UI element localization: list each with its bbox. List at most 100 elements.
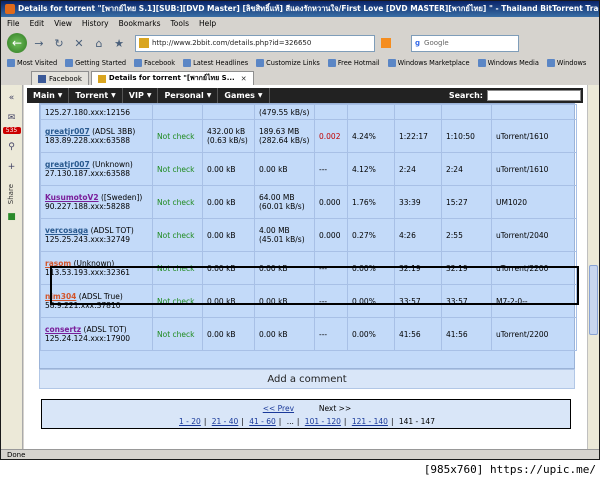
url-bar[interactable]: http://www.2bbit.com/details.php?id=3266… [135, 34, 375, 52]
peer-uploaded-cell: 432.00 kB (0.63 kB/s) [202, 119, 255, 153]
menu-edit[interactable]: Edit [30, 19, 45, 28]
page-link[interactable]: 101 - 120 [305, 417, 341, 426]
peer-client: uTorrent/1610 [491, 119, 577, 153]
bookmark-getting-started[interactable]: Getting Started [65, 58, 126, 67]
stop-icon[interactable]: ✕ [72, 35, 86, 51]
peer-connectable: Not check [152, 251, 203, 285]
menu-personal[interactable]: Personal ▼ [158, 88, 219, 103]
bookmark-latest-headlines[interactable]: Latest Headlines [183, 58, 248, 67]
menu-file[interactable]: File [7, 19, 20, 28]
peer-ip: 90.227.188.xxx:58288 [45, 202, 131, 211]
prev-page-link[interactable]: << Prev [263, 404, 294, 413]
forward-arrow-icon[interactable]: → [32, 35, 46, 51]
menu-tools[interactable]: Tools [171, 19, 189, 28]
peer-username-link[interactable]: consertz [45, 325, 81, 334]
menu-games[interactable]: Games ▼ [218, 88, 270, 103]
bookmark-most-visited[interactable]: Most Visited [7, 58, 57, 67]
peer-user-cell: consertz (ADSL TOT) 125.24.124.xxx:17900 [40, 317, 153, 351]
peer-user-cell: greatjr007 (ADSL 3BB) 183.89.228.xxx:6358… [40, 119, 153, 153]
vertical-scrollbar[interactable] [587, 85, 599, 449]
add-icon[interactable]: + [4, 160, 20, 174]
menu-main[interactable]: Main ▼ [27, 88, 70, 103]
peer-uploaded-cell: 0.00 kB [202, 284, 255, 318]
peer-username-link[interactable]: nim304 [45, 292, 76, 301]
back-arrow-icon[interactable]: ← [7, 33, 27, 53]
peer-ip: 113.53.193.xxx:32361 [45, 268, 131, 277]
peer-client: uTorrent/2200 [491, 317, 577, 351]
peer-username-link[interactable]: vercosaga [45, 226, 88, 235]
firefox-icon [5, 4, 15, 14]
close-tab-icon[interactable]: ✕ [241, 75, 247, 83]
peer-username-link[interactable]: greatjr007 [45, 160, 90, 169]
rss-feed-icon[interactable] [381, 38, 391, 48]
peer-complete: 1.76% [347, 185, 395, 219]
peer-list-panel: 125.27.180.xxx:12156 (479.55 kB/s) great… [39, 103, 577, 369]
bookmark-windows-marketplace[interactable]: Windows Marketplace [387, 58, 470, 67]
search-engine-box[interactable]: g Google [411, 34, 519, 52]
page-link[interactable]: 121 - 140 [352, 417, 388, 426]
next-page-label: Next >> [318, 404, 352, 413]
peer-complete: 4.24% [347, 119, 395, 153]
peer-user-cell: rasom (Unknown) 113.53.193.xxx:32361 [40, 251, 153, 285]
bookmark-facebook[interactable]: Facebook [134, 58, 175, 67]
site-favicon-icon [139, 38, 149, 48]
peer-downloaded-cell: 0.00 kB [254, 152, 315, 186]
peer-username-link[interactable]: rasom [45, 259, 71, 268]
tab-torrent-details[interactable]: Details for torrent "[พากย์ไทย S... ✕ [90, 71, 254, 85]
page-icon [546, 58, 555, 67]
peer-meta: (ADSL TOT) [83, 325, 127, 334]
peer-connected: 32:19 [394, 251, 442, 285]
bookmark-free-hotmail[interactable]: Free Hotmail [327, 58, 380, 67]
menu-vip[interactable]: VIP ▼ [123, 88, 159, 103]
navigation-toolbar: ← → ↻ ✕ ⌂ ★ http://www.2bbit.com/details… [1, 30, 599, 56]
peer-ratio: --- [314, 317, 348, 351]
peer-uploaded-cell: 0.00 kB [202, 251, 255, 285]
page-link[interactable]: 21 - 40 [212, 417, 239, 426]
table-row: 125.27.180.xxx:12156 (479.55 kB/s) [40, 104, 577, 120]
peer-username-link[interactable]: KusumotoV2 [45, 193, 99, 202]
menu-torrent[interactable]: Torrent ▼ [69, 88, 123, 103]
menu-history[interactable]: History [82, 19, 109, 28]
peer-idle: 33:57 [441, 284, 492, 318]
peer-idle: 41:56 [441, 317, 492, 351]
peer-uploaded-cell: 0.00 kB [202, 185, 255, 219]
page-link[interactable]: 41 - 60 [249, 417, 276, 426]
reload-icon[interactable]: ↻ [52, 35, 66, 51]
scrollbar-thumb[interactable] [589, 265, 598, 335]
bookmark-windows[interactable]: Windows [546, 58, 586, 67]
table-row: consertz (ADSL TOT) 125.24.124.xxx:17900 N… [40, 317, 577, 351]
peer-connected: 33:39 [394, 185, 442, 219]
peer-complete: 4.12% [347, 152, 395, 186]
peer-meta: ([Sweden]) [100, 193, 143, 202]
peer-ratio: 0.000 [314, 185, 348, 219]
page-link[interactable]: 1 - 20 [179, 417, 201, 426]
menu-view[interactable]: View [54, 19, 72, 28]
add-comment-button[interactable]: Add a comment [39, 369, 575, 389]
chevron-down-icon: ▼ [257, 92, 263, 99]
bookmark-customize-links[interactable]: Customize Links [256, 58, 320, 67]
peer-user-cell: vercosaga (ADSL TOT) 125.25.243.xxx:32749 [40, 218, 153, 252]
peer-complete: 0.00% [347, 284, 395, 318]
current-page: 141 - 147 [398, 417, 435, 426]
home-icon[interactable]: ⌂ [92, 35, 106, 51]
peer-idle: 1:10:50 [441, 119, 492, 153]
peer-complete: 0.00% [347, 251, 395, 285]
share-label[interactable]: Share [7, 184, 17, 204]
menu-bookmarks[interactable]: Bookmarks [119, 19, 161, 28]
mail-icon[interactable]: ✉ [4, 111, 20, 125]
bookmark-windows-media[interactable]: Windows Media [477, 58, 539, 67]
peer-downloaded-cell: 189.63 MB (282.64 kB/s) [254, 119, 315, 153]
msn-icon [327, 58, 336, 67]
menu-help[interactable]: Help [199, 19, 216, 28]
share-icon[interactable]: ■ [4, 210, 20, 224]
star-icon[interactable]: ★ [112, 35, 126, 51]
collapse-icon[interactable]: « [4, 91, 20, 105]
peer-connectable: Not check [152, 185, 203, 219]
search-icon[interactable]: ⚲ [4, 140, 20, 154]
page-content: Main ▼ Torrent ▼ VIP ▼ Personal ▼ Games ▼ Sea… [24, 85, 587, 449]
peer-username-link[interactable]: greatjr007 [45, 127, 90, 136]
peer-ip: 27.130.187.xxx:63588 [45, 169, 131, 178]
site-search-input[interactable] [487, 90, 581, 101]
tab-facebook[interactable]: Facebook [31, 71, 89, 85]
rss-icon [183, 58, 192, 67]
